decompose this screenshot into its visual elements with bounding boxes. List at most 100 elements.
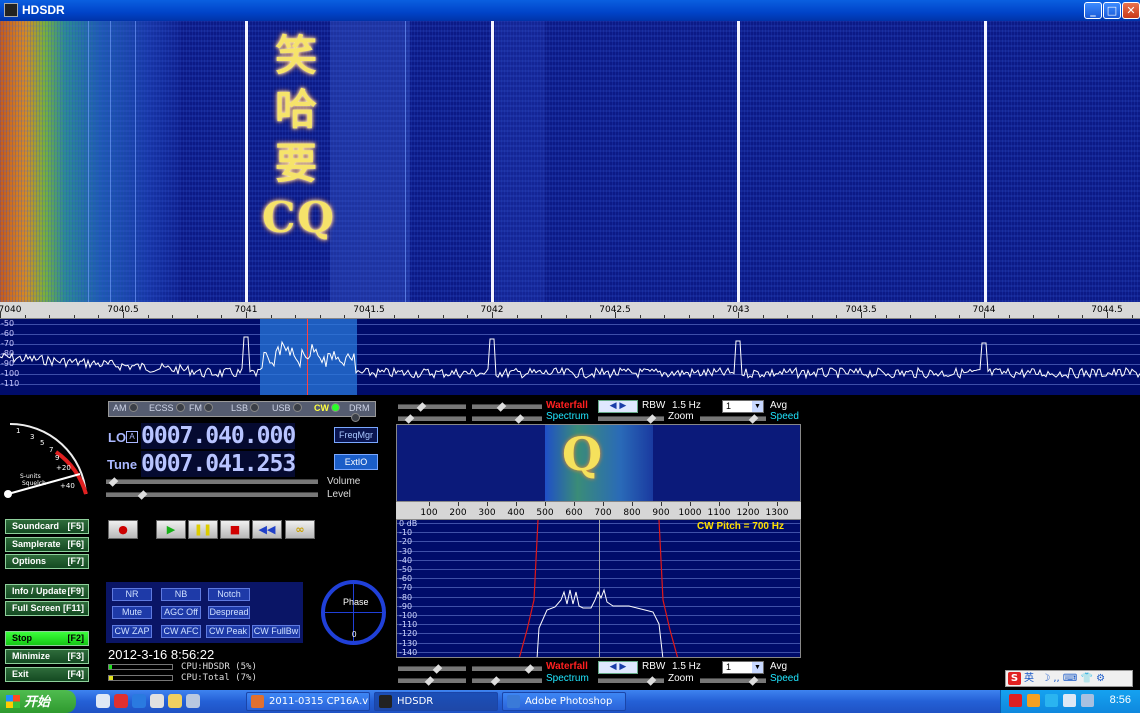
shortcut-key: [F5] <box>67 521 85 531</box>
cw-fullbw-button[interactable]: CW FullBw <box>252 625 300 638</box>
extio-button[interactable]: ExtIO <box>334 454 378 470</box>
frequency-scale[interactable]: 7040 7040.5 7041 7041.5 7042 7042.5 7043 7043.5… <box>0 302 1140 319</box>
despread-button[interactable]: Despread <box>208 606 250 619</box>
full-screen-button[interactable]: Full Screen [F11] <box>5 601 89 616</box>
button-label: Soundcard <box>12 521 60 531</box>
scale-label: 7040 <box>0 305 22 315</box>
taskbar-clock[interactable]: 8:56 <box>1110 694 1131 706</box>
avg-dropdown-2[interactable]: 1 ▼ <box>722 661 764 674</box>
samplerate-button[interactable]: Samplerate [F6] <box>5 537 89 552</box>
cw-peak-button[interactable]: CW Peak <box>206 625 250 638</box>
tray-icon[interactable] <box>1027 694 1040 707</box>
rf-waterfall[interactable]: 笑哈要CQ <box>0 21 1140 302</box>
rf-spectrum[interactable]: -50 -60 -70 -80 -90 -100 -110 <box>0 319 1140 395</box>
ie-icon[interactable] <box>132 694 146 708</box>
ime-icons[interactable]: ☽ ,, ⌨ 👕 ⚙ <box>1041 673 1105 684</box>
volume-icon[interactable] <box>1081 694 1094 707</box>
speed-slider-2[interactable] <box>700 676 766 686</box>
play-button[interactable]: ▶ <box>156 520 186 539</box>
audio-waterfall[interactable]: Q <box>396 424 801 502</box>
quicklaunch-icon[interactable] <box>168 694 182 708</box>
lo-lock-badge[interactable]: A <box>126 431 138 443</box>
mode-ecss-button[interactable]: ECSS <box>149 403 185 416</box>
record-button[interactable]: ● <box>108 520 138 539</box>
zoom-slider-2[interactable] <box>598 676 664 686</box>
audio-spectrum[interactable]: CW Pitch = 700 Hz 0 dB -10 -20 -30 -40 -50 -60… <box>396 519 801 658</box>
audio-db-label: -130 <box>399 638 418 648</box>
speed-slider[interactable] <box>700 414 766 424</box>
button-label: Stop <box>12 633 32 643</box>
mode-lsb-button[interactable]: LSB <box>231 403 260 416</box>
loop-button[interactable]: ∞ <box>285 520 315 539</box>
maximize-button[interactable]: □ <box>1103 2 1121 19</box>
waterfall-brightness-slider[interactable] <box>472 402 542 412</box>
mode-am-button[interactable]: AM <box>113 403 138 416</box>
button-label: Exit <box>12 669 29 679</box>
nr-button[interactable]: NR <box>112 588 152 601</box>
sogou-tray-icon[interactable] <box>1009 694 1022 707</box>
sogou-icon[interactable]: S <box>1008 672 1021 685</box>
rewind-button[interactable]: ◀◀ <box>252 520 282 539</box>
scale-minor-tick <box>615 315 616 318</box>
volume-slider[interactable] <box>106 477 318 487</box>
waterfall-contrast-slider-2[interactable] <box>398 664 466 674</box>
waterfall-brightness-slider-2[interactable] <box>472 664 542 674</box>
stop-button[interactable]: Stop [F2] <box>5 631 89 646</box>
audio-scale-tick <box>719 502 720 506</box>
freqmgr-button[interactable]: FreqMgr <box>334 427 378 443</box>
audio-scale-label: 100 <box>420 508 438 518</box>
exit-button[interactable]: Exit [F4] <box>5 667 89 682</box>
quicklaunch-icon[interactable] <box>186 694 200 708</box>
scale-minor-tick <box>393 315 395 318</box>
cw-zap-button[interactable]: CW ZAP <box>112 625 152 638</box>
spectrum-db-label: -110 <box>1 379 20 388</box>
audio-frequency-scale[interactable]: 100 200 300 400 500 600 700 800 900 1000 1100 1200 1… <box>396 502 801 519</box>
shortcut-key: [F11] <box>62 603 84 613</box>
spectrum-range-slider-2[interactable] <box>398 676 466 686</box>
minimize-button[interactable]: _ <box>1084 2 1102 19</box>
soundcard-button[interactable]: Soundcard [F5] <box>5 519 89 534</box>
spectrum-offset-slider-2[interactable] <box>472 676 542 686</box>
ime-language[interactable]: 英 <box>1024 673 1034 684</box>
close-button[interactable]: ✕ <box>1122 2 1140 19</box>
cw-afc-button[interactable]: CW AFC <box>161 625 201 638</box>
start-button[interactable]: 开始 <box>0 690 76 713</box>
minimize-button[interactable]: Minimize [F3] <box>5 649 89 664</box>
stop-playback-button[interactable]: ■ <box>220 520 250 539</box>
mode-cw-button[interactable]: CW <box>314 403 340 416</box>
quicklaunch-icon[interactable] <box>114 694 128 708</box>
rbw-spinner-2[interactable]: ◀ ▶ <box>598 661 638 674</box>
info-update-button[interactable]: Info / Update [F9] <box>5 584 89 599</box>
rbw-spinner[interactable]: ◀ ▶ <box>598 400 638 413</box>
avg-dropdown[interactable]: 1 ▼ <box>722 400 764 413</box>
options-button[interactable]: Options [F7] <box>5 554 89 569</box>
ime-toolbar[interactable]: S 英 ☽ ,, ⌨ 👕 ⚙ <box>1005 670 1133 687</box>
tray-icon[interactable] <box>1045 694 1058 707</box>
spectrum-db-label: -80 <box>1 349 15 358</box>
lo-frequency-display[interactable]: 0007.040.000 <box>141 423 296 449</box>
nb-button[interactable]: NB <box>161 588 201 601</box>
zoom-slider-left[interactable] <box>598 414 664 424</box>
mode-drm-button[interactable]: DRM <box>349 403 375 422</box>
scale-minor-tick <box>565 315 567 318</box>
network-icon[interactable] <box>1063 694 1076 707</box>
mode-fm-button[interactable]: FM <box>189 403 213 416</box>
agc-button[interactable]: AGC Off <box>161 606 201 619</box>
taskbar: 开始 2011-0315 CP16A.vi HDSDR Adobe Photosho… <box>0 690 1140 713</box>
taskbar-item[interactable]: Adobe Photoshop <box>502 692 626 711</box>
level-slider[interactable] <box>106 490 318 500</box>
spectrum-offset-slider[interactable] <box>472 414 542 424</box>
title-bar[interactable]: HDSDR _ □ ✕ <box>0 0 1140 21</box>
mode-led-icon <box>292 403 302 412</box>
waterfall-contrast-slider[interactable] <box>398 402 466 412</box>
taskbar-item[interactable]: 2011-0315 CP16A.vi <box>246 692 370 711</box>
notch-button[interactable]: Notch <box>208 588 250 601</box>
mute-button[interactable]: Mute <box>112 606 152 619</box>
quicklaunch-icon[interactable] <box>150 694 164 708</box>
tune-frequency-display[interactable]: 0007.041.253 <box>141 451 296 477</box>
show-desktop-icon[interactable] <box>96 694 110 708</box>
mode-usb-button[interactable]: USB <box>272 403 302 416</box>
taskbar-item[interactable]: HDSDR <box>374 692 498 711</box>
spectrum-range-slider[interactable] <box>398 414 466 424</box>
pause-button[interactable]: ❚❚ <box>188 520 218 539</box>
